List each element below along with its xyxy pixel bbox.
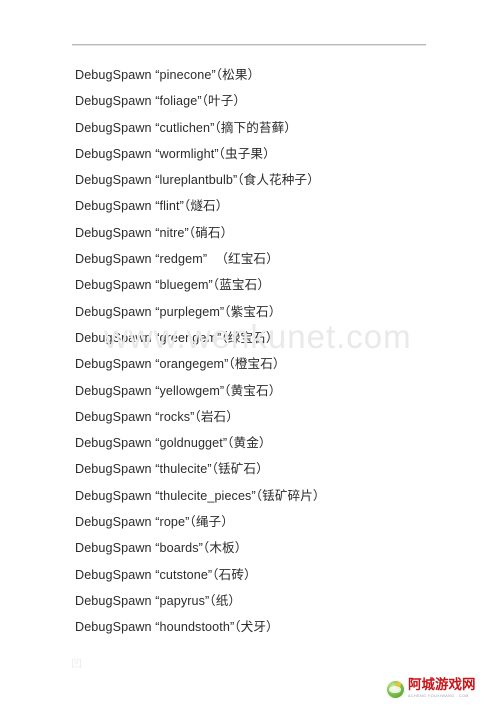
command-translation: （岩石） xyxy=(194,408,239,424)
command-argument: “papyrus” xyxy=(155,593,210,608)
command-translation: （红宝石） xyxy=(207,251,279,267)
command-argument: “boards” xyxy=(155,541,203,556)
command-line: DebugSpawn “papyrus”（纸） xyxy=(75,588,475,614)
command-keyword: DebugSpawn xyxy=(75,436,152,451)
command-argument: “rocks” xyxy=(155,409,195,424)
command-keyword: DebugSpawn xyxy=(75,225,152,240)
site-logo-text: 阿城游戏网 ACHENG YOUXIWANG . COM xyxy=(408,679,476,698)
command-line: DebugSpawn “pinecone”（松果） xyxy=(75,62,475,88)
site-logo-title: 阿城游戏网 xyxy=(408,677,476,694)
command-line: DebugSpawn “houndstooth”（犬牙） xyxy=(75,614,475,640)
command-keyword: DebugSpawn xyxy=(75,94,152,109)
command-list: DebugSpawn “pinecone”（松果） DebugSpawn “fol… xyxy=(75,62,475,641)
document-page: DebugSpawn “pinecone”（松果） DebugSpawn “fol… xyxy=(0,0,500,708)
command-argument: “cutlichen” xyxy=(155,120,215,135)
command-translation: （蓝宝石） xyxy=(212,277,271,293)
command-argument: “pinecone” xyxy=(155,68,216,82)
command-keyword: DebugSpawn xyxy=(75,383,152,398)
command-argument: “yellowgem” xyxy=(155,383,225,398)
command-translation: （铥矿碎片） xyxy=(255,487,326,503)
command-keyword: DebugSpawn xyxy=(75,462,152,477)
command-line: DebugSpawn “greengem”（绿宝石） xyxy=(75,325,475,351)
command-keyword: DebugSpawn xyxy=(75,252,152,267)
command-line: DebugSpawn “foliage”（叶子） xyxy=(75,88,475,114)
command-line: DebugSpawn “orangegem”（橙宝石） xyxy=(75,351,475,377)
command-line: DebugSpawn “lureplantbulb”（食人花种子） xyxy=(75,167,475,193)
command-argument: “cutstone” xyxy=(155,567,213,582)
command-argument: “wormlight” xyxy=(155,146,219,161)
command-translation: （紫宝石） xyxy=(224,303,282,319)
command-translation: （松果） xyxy=(215,67,261,82)
command-keyword: DebugSpawn xyxy=(75,68,152,82)
command-keyword: DebugSpawn xyxy=(75,515,152,530)
command-keyword: DebugSpawn xyxy=(75,593,152,608)
command-argument: “purplegem” xyxy=(155,304,225,319)
command-keyword: DebugSpawn xyxy=(75,541,152,556)
command-keyword: DebugSpawn xyxy=(75,120,152,135)
command-keyword: DebugSpawn xyxy=(75,199,152,214)
command-translation: （铥矿石） xyxy=(211,461,269,477)
command-line: DebugSpawn “redgem” （红宝石） xyxy=(75,246,475,272)
command-translation: （木板） xyxy=(202,540,248,556)
command-translation: （纸） xyxy=(209,592,242,608)
command-line: DebugSpawn “purplegem”（紫宝石） xyxy=(75,299,475,325)
command-keyword: DebugSpawn xyxy=(75,173,152,188)
command-argument: “bluegem” xyxy=(155,278,213,293)
command-line: DebugSpawn “wormlight”（虫子果） xyxy=(75,141,475,167)
command-translation: （黄宝石） xyxy=(224,382,282,398)
command-argument: “lureplantbulb” xyxy=(155,173,238,188)
command-argument: “orangegem” xyxy=(155,357,229,372)
command-keyword: DebugSpawn xyxy=(75,357,152,372)
command-argument: “greengem” xyxy=(155,330,222,345)
command-keyword: DebugSpawn xyxy=(75,330,152,345)
header-divider xyxy=(72,44,426,46)
command-argument: “rope” xyxy=(155,515,190,530)
site-logo[interactable]: 阿城游戏网 ACHENG YOUXIWANG . COM xyxy=(386,676,484,702)
command-argument: “houndstooth” xyxy=(155,620,235,635)
command-translation: （硝石） xyxy=(188,224,234,240)
command-argument: “nitre” xyxy=(155,225,189,240)
command-translation: （石砖） xyxy=(212,566,257,582)
command-line: DebugSpawn “yellowgem”（黄宝石） xyxy=(75,378,475,404)
command-translation: （摘下的苔藓） xyxy=(214,119,297,135)
command-keyword: DebugSpawn xyxy=(75,304,152,319)
command-keyword: DebugSpawn xyxy=(75,409,152,424)
command-keyword: DebugSpawn xyxy=(75,146,152,161)
command-translation: （犬牙） xyxy=(234,619,279,635)
command-keyword: DebugSpawn xyxy=(75,488,152,503)
command-translation: （虫子果） xyxy=(218,145,276,161)
command-argument: “flint” xyxy=(155,199,184,214)
command-line: DebugSpawn “flint”（燧石） xyxy=(75,193,475,219)
command-argument: “thulecite_pieces” xyxy=(155,488,256,503)
command-line: DebugSpawn “cutstone”（石砖） xyxy=(75,562,475,588)
command-translation: （绿宝石） xyxy=(221,329,279,345)
command-translation: （黄金） xyxy=(227,435,272,451)
command-translation: （橙宝石） xyxy=(228,356,286,372)
command-line: DebugSpawn “bluegem”（蓝宝石） xyxy=(75,272,475,298)
command-translation: （叶子） xyxy=(201,93,247,109)
command-keyword: DebugSpawn xyxy=(75,278,152,293)
command-translation: （绳子） xyxy=(189,514,234,530)
command-line: DebugSpawn “rocks”（岩石） xyxy=(75,404,475,430)
command-argument: “foliage” xyxy=(155,94,202,109)
command-line: DebugSpawn “cutlichen”（摘下的苔藓） xyxy=(75,115,475,141)
command-argument: “thulecite” xyxy=(155,462,212,477)
command-argument: “goldnugget” xyxy=(155,436,228,451)
command-keyword: DebugSpawn xyxy=(75,567,152,582)
command-line: DebugSpawn “thulecite_pieces”（铥矿碎片） xyxy=(75,483,475,509)
leaf-globe-icon xyxy=(386,679,405,699)
command-line: DebugSpawn “goldnugget”（黄金） xyxy=(75,430,475,456)
command-translation: （燧石） xyxy=(183,198,229,214)
command-line: DebugSpawn “thulecite”（铥矿石） xyxy=(75,456,475,482)
command-keyword: DebugSpawn xyxy=(75,620,152,635)
command-translation: （食人花种子） xyxy=(237,172,320,188)
command-line: DebugSpawn “nitre”（硝石） xyxy=(75,220,475,246)
command-line: DebugSpawn “rope”（绳子） xyxy=(75,509,475,535)
page-corner-mark: 凹 xyxy=(71,657,82,670)
command-argument: “redgem” xyxy=(155,252,208,267)
site-logo-subtitle: ACHENG YOUXIWANG . COM xyxy=(408,693,469,698)
command-line: DebugSpawn “boards”（木板） xyxy=(75,535,475,561)
